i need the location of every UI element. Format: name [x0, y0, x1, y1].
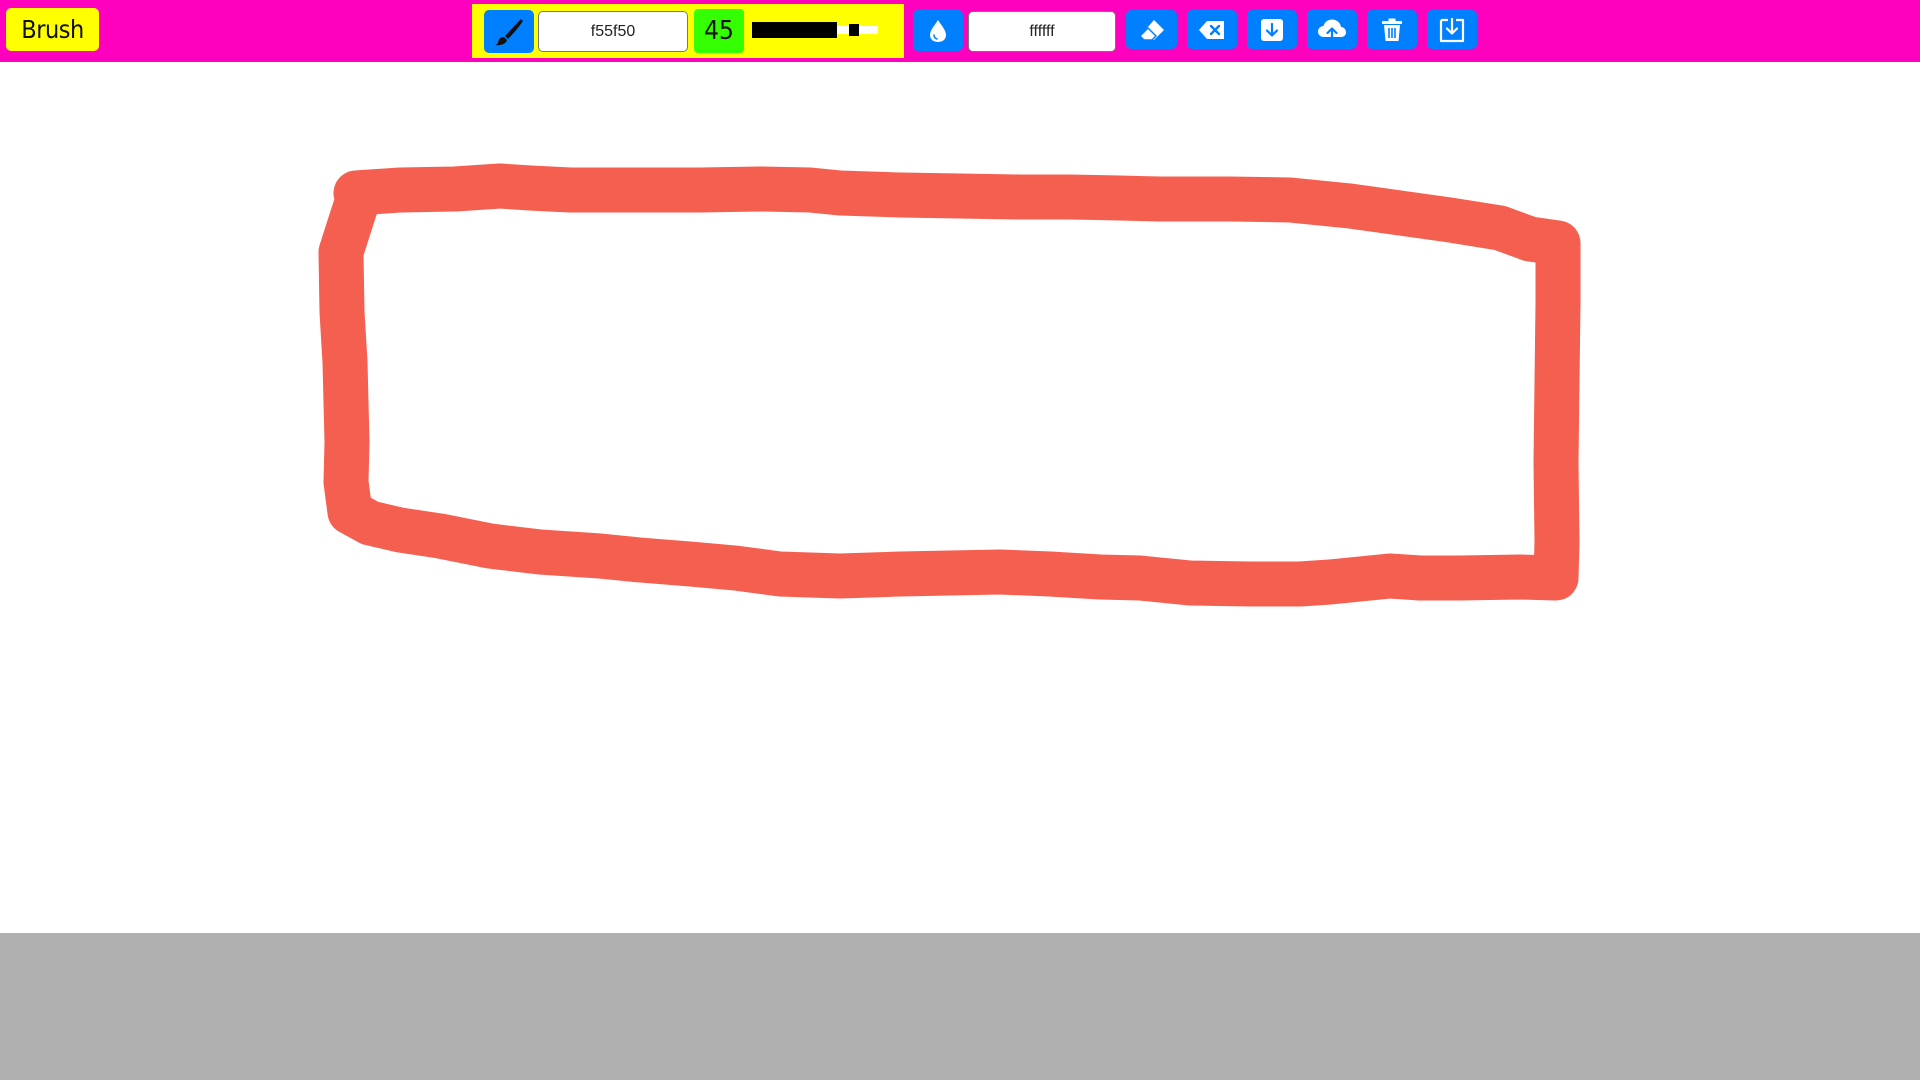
eraser-icon — [1138, 19, 1164, 41]
droplet-icon — [930, 19, 946, 42]
brush-size-slider[interactable] — [752, 22, 878, 38]
fill-tool-button[interactable] — [913, 10, 963, 51]
backspace-icon — [1199, 20, 1224, 39]
brush-stroke — [318, 163, 1581, 607]
delete-button[interactable] — [1367, 10, 1417, 49]
save-icon — [1439, 17, 1465, 42]
slider-thumb[interactable] — [849, 24, 859, 36]
trash-icon — [1382, 18, 1402, 41]
save-button[interactable] — [1427, 10, 1477, 49]
top-toolbar: Brush 45 — [0, 0, 1920, 62]
brush-size-value: 45 — [694, 9, 744, 53]
brush-tool-button[interactable] — [484, 10, 534, 53]
brush-color-input[interactable] — [538, 11, 688, 52]
upload-button[interactable] — [1307, 10, 1357, 49]
eraser-tool-button[interactable] — [1126, 10, 1177, 49]
bottom-panel — [0, 933, 1920, 1080]
background-color-input[interactable] — [968, 11, 1116, 52]
brush-icon — [495, 18, 523, 45]
active-tool-label: Brush — [6, 8, 99, 51]
drawing-canvas[interactable] — [0, 62, 1920, 933]
clear-button[interactable] — [1187, 10, 1237, 49]
download-button[interactable] — [1247, 10, 1297, 49]
canvas-drawing — [318, 163, 1581, 607]
cloud-upload-icon — [1318, 19, 1346, 42]
slider-fill — [752, 22, 837, 38]
download-icon — [1261, 18, 1283, 41]
